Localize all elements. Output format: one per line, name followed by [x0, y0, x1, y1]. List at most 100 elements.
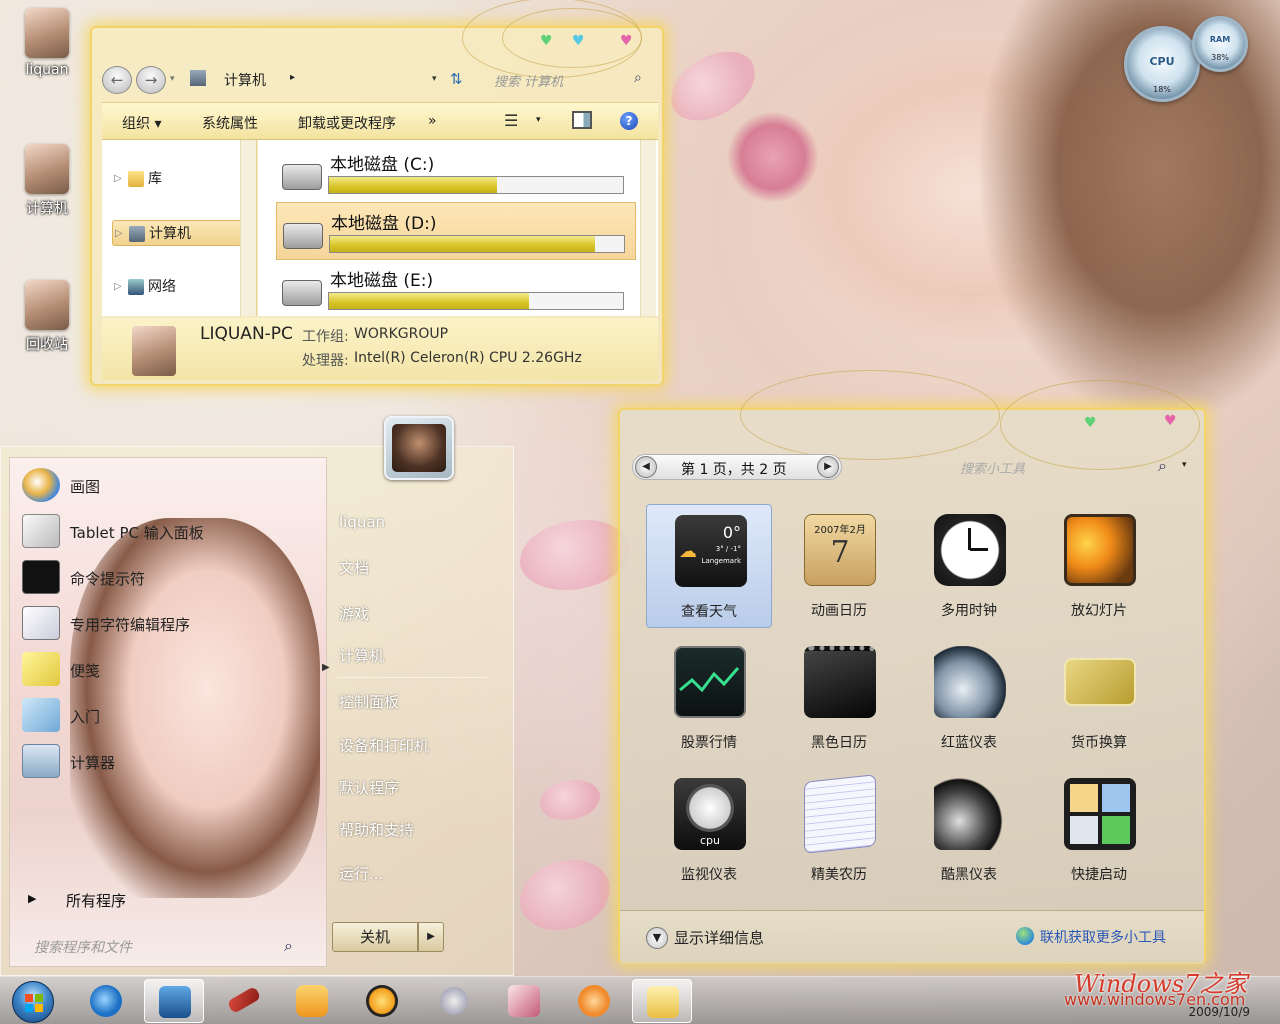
start-right-control-panel[interactable]: 控制面板 — [339, 691, 399, 712]
show-details-button[interactable]: 显示详细信息 — [674, 927, 764, 948]
address-dropdown-icon[interactable]: ▾ — [432, 74, 437, 84]
more-commands-button[interactable]: » — [428, 113, 437, 129]
taskbar-tool[interactable] — [214, 979, 274, 1023]
gadget-stocks[interactable]: 股票行情 — [646, 636, 772, 760]
drive-usage-bar — [329, 235, 625, 253]
program-character-editor[interactable]: 专用字符编辑程序 — [20, 604, 320, 640]
gadget-gallery-window[interactable]: ♥ ♥ ◀ 第 1 页，共 2 页 ▶ 搜索小工具 ⌕ ▾ 0° 3° / -1… — [618, 370, 1206, 964]
cpu-meter-gadget[interactable]: CPU 18% RAM 38% — [1124, 16, 1250, 102]
tree-item-network[interactable]: ▷ 网络 — [112, 274, 176, 300]
start-right-user[interactable]: liquan — [339, 513, 385, 531]
taskbar-paint-app[interactable] — [564, 979, 624, 1023]
program-command-prompt[interactable]: 命令提示符 — [20, 558, 320, 594]
quick-launch-icon — [1064, 778, 1136, 850]
taskbar-media-player[interactable] — [282, 979, 342, 1023]
start-search-input[interactable]: 搜索程序和文件 — [26, 932, 316, 960]
desktop-icon-user[interactable]: liquan — [12, 8, 82, 78]
gadget-gallery-header: ♥ ♥ ◀ 第 1 页，共 2 页 ▶ 搜索小工具 ⌕ ▾ — [620, 370, 1204, 496]
drive-list-scrollbar[interactable] — [640, 140, 656, 316]
explorer-search-input[interactable]: 搜索 计算机 — [482, 68, 658, 92]
program-sticky-notes[interactable]: 便笺 ▶ — [20, 650, 330, 686]
computer-thumbnail-icon — [132, 326, 176, 376]
gadget-black-meter[interactable]: 酷黑仪表 — [906, 768, 1032, 892]
start-right-documents[interactable]: 文档 — [339, 557, 369, 578]
gadget-lunar-calendar[interactable]: 精美农历 — [776, 768, 902, 892]
weather-range: 3° / -1° — [715, 545, 741, 553]
taskbar-snipping-tool[interactable] — [424, 979, 484, 1023]
program-paint[interactable]: 画图 — [20, 466, 320, 502]
program-calculator[interactable]: 计算器 — [20, 742, 320, 778]
start-right-help-support[interactable]: 帮助和支持 — [339, 819, 414, 840]
gadget-label: 货币换算 — [1071, 735, 1127, 751]
submenu-arrow-icon[interactable]: ▶ — [322, 662, 330, 673]
shutdown-button[interactable]: 关机 — [332, 922, 418, 952]
tree-item-computer[interactable]: ▷ 计算机 — [112, 220, 242, 246]
folder-icon — [647, 986, 679, 1018]
gadget-currency[interactable]: 货币换算 — [1036, 636, 1162, 760]
gadget-cpu-meter[interactable]: cpu 监视仪表 — [646, 768, 772, 892]
organize-button[interactable]: 组织 ▾ — [122, 113, 161, 133]
program-tablet-input[interactable]: Tablet PC 输入面板 — [20, 512, 320, 548]
view-options-icon[interactable]: ☰ — [504, 111, 518, 130]
start-right-games[interactable]: 游戏 — [339, 603, 369, 624]
tree-item-libraries[interactable]: ▷ 库 — [112, 166, 162, 192]
gadget-multi-clock[interactable]: 多用时钟 — [906, 504, 1032, 628]
desktop-icon-recycle-bin[interactable]: 回收站 — [12, 280, 82, 354]
gadget-search-input[interactable]: 搜索小工具 — [950, 454, 1190, 480]
gadget-quick-launch[interactable]: 快捷启动 — [1036, 768, 1162, 892]
gadget-label: 红蓝仪表 — [941, 735, 997, 751]
weather-city: Langemark — [701, 557, 741, 565]
start-right-run[interactable]: 运行... — [339, 863, 383, 884]
start-button[interactable] — [12, 981, 54, 1023]
preview-pane-icon[interactable] — [572, 111, 592, 129]
gadget-red-blue-meter[interactable]: 红蓝仪表 — [906, 636, 1032, 760]
gadget-black-calendar[interactable]: 黑色日历 — [776, 636, 902, 760]
explorer-toolbar: 组织 ▾ 系统属性 卸载或更改程序 » ☰ ▾ ? — [102, 102, 658, 140]
start-right-default-programs[interactable]: 默认程序 — [339, 777, 399, 798]
taskbar-explorer-computer[interactable] — [144, 979, 204, 1023]
taskbar-folder[interactable] — [632, 979, 692, 1023]
breadcrumb[interactable]: 计算机 — [224, 70, 266, 90]
drive-usage-bar — [328, 176, 624, 194]
start-right-devices-printers[interactable]: 设备和打印机 — [339, 735, 429, 756]
cpu-gauge-value: 18% — [1153, 85, 1171, 94]
shutdown-options-arrow-icon[interactable]: ▶ — [418, 922, 444, 952]
program-getting-started[interactable]: 入门 — [20, 696, 320, 732]
drive-item-d[interactable]: 本地磁盘 (D:) — [276, 202, 636, 260]
drive-item-e[interactable]: 本地磁盘 (E:) — [276, 260, 636, 318]
taskbar-music[interactable] — [352, 979, 412, 1023]
navigation-scrollbar[interactable] — [240, 140, 256, 316]
explorer-window[interactable]: ♥ ♥ ♥ ← → ▾ 计算机 ▸ ▾ ⇅ 搜索 计算机 ⌕ 组织 ▾ 系统属性… — [90, 0, 664, 386]
gadget-slideshow[interactable]: 放幻灯片 — [1036, 504, 1162, 628]
taskbar-theme-app[interactable] — [494, 979, 554, 1023]
start-right-computer[interactable]: 计算机 — [339, 645, 384, 666]
desktop-icon-computer[interactable]: 计算机 — [12, 144, 82, 218]
heart-icon[interactable]: ♥ — [1164, 414, 1177, 428]
expand-arrow-icon[interactable]: ▷ — [114, 274, 122, 300]
user-avatar[interactable] — [384, 416, 454, 480]
chevron-down-icon[interactable]: ▼ — [646, 927, 668, 949]
expand-arrow-icon[interactable]: ▷ — [115, 221, 123, 247]
back-button[interactable]: ← — [102, 66, 132, 94]
drive-item-c[interactable]: 本地磁盘 (C:) — [276, 144, 636, 202]
gadget-weather[interactable]: 0° 3° / -1° Langemark ☁ 查看天气 — [646, 504, 772, 628]
all-programs-button[interactable]: ▶ 所有程序 — [28, 890, 126, 911]
search-icon[interactable]: ⌕ — [1158, 456, 1167, 476]
get-more-gadgets-link[interactable]: 联机获取更多小工具 — [1040, 927, 1166, 947]
view-dropdown-icon[interactable]: ▾ — [536, 115, 541, 125]
uninstall-button[interactable]: 卸载或更改程序 — [298, 113, 396, 133]
next-page-button[interactable]: ▶ — [817, 456, 839, 478]
search-icon[interactable]: ⌕ — [284, 936, 293, 956]
history-dropdown-icon[interactable]: ▾ — [170, 74, 175, 84]
search-icon[interactable]: ⌕ — [634, 70, 642, 86]
expand-arrow-icon[interactable]: ▷ — [114, 166, 122, 192]
system-properties-button[interactable]: 系统属性 — [202, 113, 258, 133]
refresh-icon[interactable]: ⇅ — [450, 70, 463, 88]
forward-button[interactable]: → — [136, 66, 166, 94]
search-dropdown-icon[interactable]: ▾ — [1182, 460, 1187, 470]
gadget-animated-calendar[interactable]: 2007年2月 7 动画日历 — [776, 504, 902, 628]
breadcrumb-chevron-icon[interactable]: ▸ — [290, 72, 295, 83]
taskbar-ie[interactable] — [76, 979, 136, 1023]
help-icon[interactable]: ? — [620, 112, 638, 130]
previous-page-button[interactable]: ◀ — [635, 456, 657, 478]
